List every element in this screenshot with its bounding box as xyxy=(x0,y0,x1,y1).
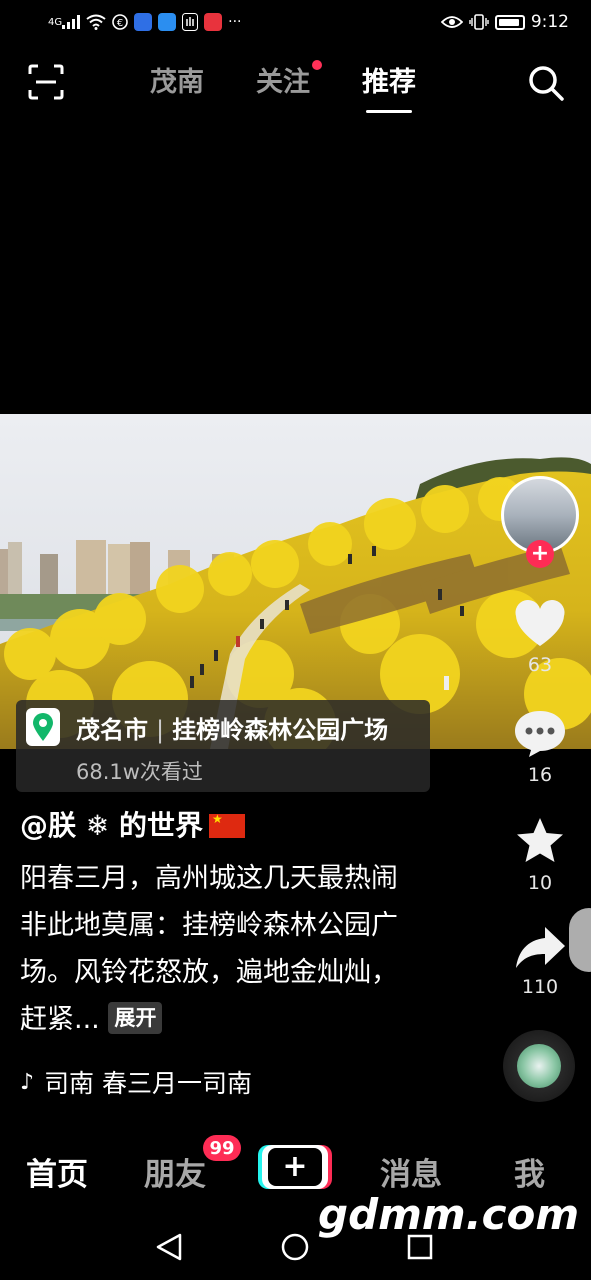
location-card[interactable]: 茂名市 | 挂榜岭森林公园广场 68.1w次看过 xyxy=(16,700,430,792)
create-button[interactable]: + xyxy=(262,1145,328,1189)
system-nav-bar xyxy=(0,1215,591,1280)
heart-icon xyxy=(515,600,565,646)
status-left: 4G € ··· xyxy=(48,13,241,31)
tab-local[interactable]: 茂南 xyxy=(150,60,204,99)
search-icon[interactable] xyxy=(527,64,565,102)
china-flag-icon xyxy=(208,812,245,838)
wifi-icon xyxy=(86,14,106,30)
author-name[interactable]: @朕 ❄ 的世界 xyxy=(20,804,245,844)
caption-text: 阳春三月，高州城这几天最热闹非此地莫属：挂榜岭森林公园广场。风铃花怒放，遍地金灿… xyxy=(20,863,398,1035)
comment-button[interactable]: 16 xyxy=(513,708,567,786)
app-notification-icon xyxy=(134,13,153,31)
comment-count: 16 xyxy=(527,764,553,786)
music-cover xyxy=(517,1044,561,1088)
comment-icon xyxy=(515,711,565,757)
share-icon xyxy=(516,927,565,968)
like-button[interactable]: 63 xyxy=(513,600,567,676)
location-separator: | xyxy=(156,716,165,744)
hand-icon xyxy=(182,13,199,31)
music-disc[interactable] xyxy=(503,1030,575,1102)
clock: 9:12 xyxy=(530,12,569,32)
author-handle: @朕 ❄ 的世界 xyxy=(20,809,203,842)
nav-me[interactable]: 我 xyxy=(514,1149,545,1194)
tab-recommended[interactable]: 推荐 xyxy=(362,60,416,113)
data-saver-icon: € xyxy=(112,14,128,30)
location-place: 挂榜岭森林公园广场 xyxy=(172,716,389,744)
location-pin-icon xyxy=(26,708,60,746)
favorite-button[interactable]: 10 xyxy=(513,816,567,894)
location-text: 茂名市 | 挂榜岭森林公园广场 xyxy=(76,710,388,745)
signal-label: 4G xyxy=(48,16,63,28)
signal-icon: 4G xyxy=(48,15,81,29)
nav-friends[interactable]: 朋友 xyxy=(144,1149,206,1194)
battery-icon xyxy=(494,14,525,30)
home-icon[interactable] xyxy=(281,1233,309,1261)
status-right: 9:12 xyxy=(440,12,569,32)
share-button[interactable]: 110 xyxy=(513,924,567,998)
caption: 阳春三月，高州城这几天最热闹非此地莫属：挂榜岭森林公园广场。风铃花怒放，遍地金灿… xyxy=(20,855,420,1043)
vibrate-icon xyxy=(469,14,489,30)
location-city: 茂名市 xyxy=(76,716,148,744)
svg-text:€: € xyxy=(117,18,123,29)
plus-icon: + xyxy=(268,1148,322,1186)
status-bar: 4G € ··· 9:12 xyxy=(0,0,591,44)
feed-tabs: 茂南 关注 推荐 xyxy=(150,60,416,113)
like-count: 63 xyxy=(527,654,553,676)
more-notifications: ··· xyxy=(228,14,242,30)
star-icon xyxy=(517,818,563,862)
nav-home[interactable]: 首页 xyxy=(26,1149,88,1194)
music-info[interactable]: ♪ 司南 春三月一司南 xyxy=(20,1064,252,1100)
follow-button[interactable]: + xyxy=(526,540,554,568)
side-drawer-handle[interactable] xyxy=(569,908,591,972)
scan-icon[interactable] xyxy=(28,64,64,100)
music-title: 司南 春三月一司南 xyxy=(44,1069,252,1098)
weather-app-icon xyxy=(158,13,177,31)
music-note-icon: ♪ xyxy=(20,1069,35,1095)
nav-messages[interactable]: 消息 xyxy=(380,1149,442,1194)
author-avatar-wrap[interactable]: + xyxy=(501,476,579,568)
view-count: 68.1w次看过 xyxy=(76,760,203,784)
recents-icon[interactable] xyxy=(407,1234,433,1260)
notification-dot xyxy=(312,60,322,70)
tab-following-label: 关注 xyxy=(256,67,310,98)
eye-icon xyxy=(440,15,463,29)
friends-badge: 99 xyxy=(203,1135,241,1161)
top-nav: 茂南 关注 推荐 xyxy=(0,52,591,113)
expand-button[interactable]: 展开 xyxy=(108,1002,163,1034)
share-count: 110 xyxy=(521,976,559,998)
action-rail: + 63 16 10 110 xyxy=(499,476,581,998)
shopping-app-icon xyxy=(204,13,223,31)
tab-following[interactable]: 关注 xyxy=(256,60,322,99)
back-icon[interactable] xyxy=(156,1233,182,1261)
favorite-count: 10 xyxy=(527,872,553,894)
